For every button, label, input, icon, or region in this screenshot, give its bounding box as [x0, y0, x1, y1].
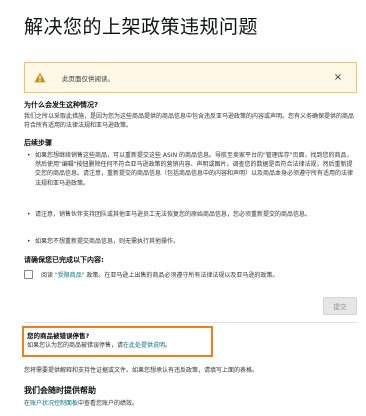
help-text: 在账户状况控制面板中查看您账户的绩效。	[24, 399, 354, 408]
read-only-alert: 此页面仅供阅读。 ×	[24, 62, 357, 93]
provide-explanation-link[interactable]: 在此处提供说明	[123, 342, 165, 349]
policy-confirm-row: 阅读 "受限商品" 政策。在亚马逊上出售的商品必须遵守所有法律法规以及亚马逊的政…	[24, 270, 358, 279]
mistake-text-prefix: 如果您认为您的商品被错误停售，请	[27, 342, 124, 349]
mistake-heading: 您的商品被错误停售?	[27, 332, 90, 340]
warning-icon	[34, 72, 54, 83]
page: 解决您的上架政策违规问题 此页面仅供阅读。 × 为什么会发生这种情况? 我们之所…	[0, 0, 366, 416]
account-health-link[interactable]: 账户状况控制面板	[30, 400, 78, 407]
next-step-item: 如果您不想重新提交商品信息，则无需执行其他操作。	[24, 237, 358, 246]
checkbox-prefix: 阅读	[41, 272, 54, 279]
help-suffix: 中查看您账户的绩效。	[78, 400, 139, 407]
help-heading: 我们会随时提供帮助	[24, 386, 96, 395]
policy-checkbox-label: 阅读 "受限商品" 政策。在亚马逊上出售的商品必须遵守所有法律法规以及亚马逊的政…	[41, 270, 278, 279]
why-heading: 为什么会发生这种情况?	[24, 101, 99, 109]
page-title: 解决您的上架政策违规问题	[24, 16, 259, 38]
mistake-text-suffix: 。	[165, 342, 172, 349]
next-steps-heading: 后续步骤	[24, 139, 52, 147]
divider	[24, 322, 358, 323]
evidence-note: 您将需要提供解释和支持性证据或文件。如果您想承认有违反政策，请填写上面的表格。	[24, 367, 259, 374]
restricted-products-link[interactable]: "受限商品"	[55, 272, 85, 279]
submit-button[interactable]: 提交	[323, 297, 357, 315]
close-icon[interactable]: ×	[330, 70, 346, 86]
next-step-item: 请注意，销售伙伴支持团队或其他亚马逊员工无法恢复您的原始商品信息，您必须重新提交…	[24, 210, 358, 219]
mistaken-deactivation-box: 您的商品被错误停售? 如果您认为您的商品被错误停售，请在此处提供说明。	[22, 326, 213, 357]
next-step-item: 如果您想继续销售这些商品，可以重新提交这些 ASIN 的商品信息。导航至卖家平台…	[24, 151, 358, 188]
policy-checkbox[interactable]	[24, 270, 33, 279]
mistake-text: 如果您认为您的商品被错误停售，请在此处提供说明。	[27, 341, 208, 350]
why-body: 我们之所以采取此措施，是因为您为这些商品提供的商品信息中包含违反亚马逊政策的内容…	[24, 113, 355, 130]
confirm-heading: 请确保您已完成以下内容:	[24, 256, 104, 264]
alert-message: 此页面仅供阅读。	[62, 74, 114, 83]
checkbox-suffix: 政策。在亚马逊上出售的商品必须遵守所有法律法规以及亚马逊的政策。	[86, 272, 279, 279]
